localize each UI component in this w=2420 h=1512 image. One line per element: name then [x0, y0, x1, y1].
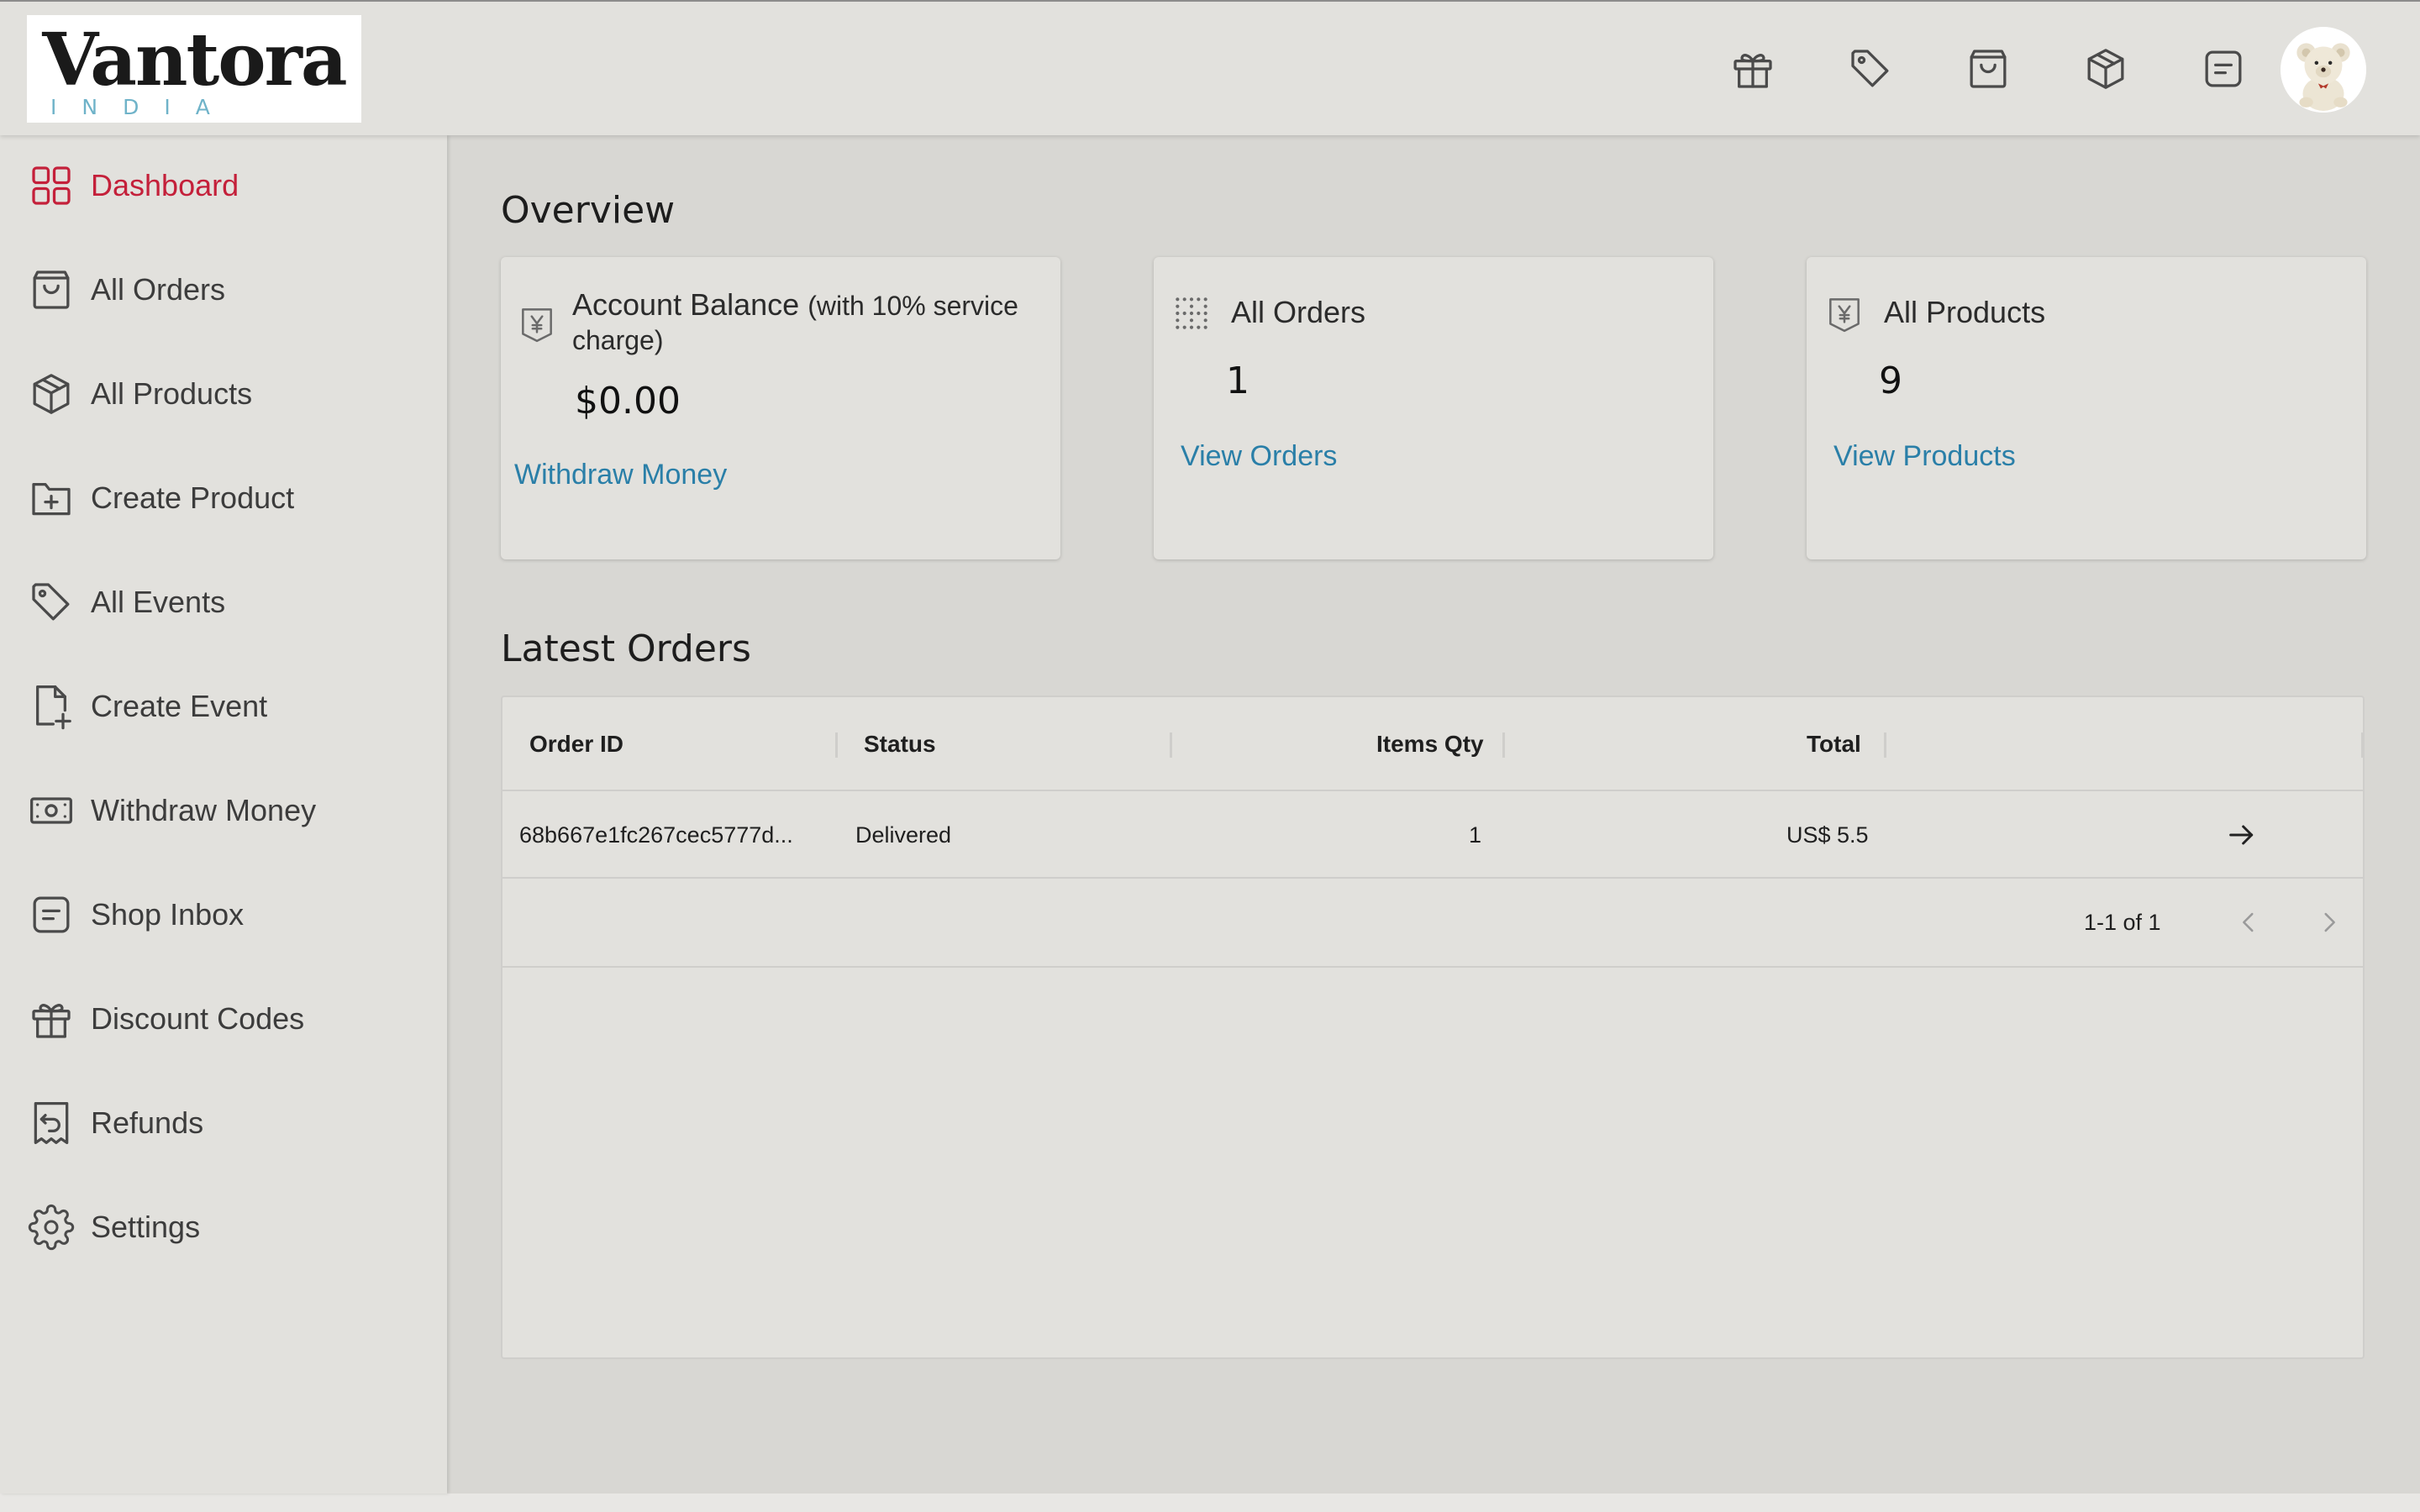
- sidebar-item-label: Shop Inbox: [91, 897, 245, 932]
- sidebar-nav: Dashboard All Orders All Products Create…: [0, 135, 447, 1494]
- brand-logo[interactable]: Vantora INDIA: [27, 15, 361, 123]
- column-separator[interactable]: [1884, 732, 1886, 758]
- sidebar-item-create-product[interactable]: Create Product: [0, 456, 447, 540]
- top-header: Vantora INDIA: [0, 0, 2420, 135]
- sidebar-item-label: Withdraw Money: [91, 793, 317, 827]
- gift-icon[interactable]: [1728, 44, 1778, 94]
- order-id-cell: 68b667e1fc267cec5777d...: [519, 822, 793, 848]
- chevron-left-icon[interactable]: [2228, 902, 2269, 942]
- tag-icon: [27, 578, 76, 627]
- latest-orders-table: Order ID Status Items Qty Total 68b667e1…: [501, 696, 2365, 1359]
- folder-plus-icon: [27, 474, 76, 522]
- qty-cell: 1: [1469, 822, 1482, 848]
- sidebar-item-label: Refunds: [91, 1105, 204, 1140]
- all-products-card: All Products 9 View Products: [1807, 257, 2366, 559]
- column-header-items-qty[interactable]: Items Qty: [1376, 697, 1484, 791]
- all-orders-card: All Orders 1 View Orders: [1154, 257, 1713, 559]
- footer-divider: [502, 966, 2363, 968]
- shopping-bag-icon[interactable]: [1963, 44, 2013, 94]
- sidebar-item-all-events[interactable]: All Events: [0, 560, 447, 644]
- dotted-grid-icon: [1171, 292, 1213, 334]
- sidebar-item-label: All Orders: [91, 272, 226, 307]
- receipt-refund-icon: [27, 1099, 76, 1147]
- account-balance-card: Account Balance (with 10% service charge…: [501, 257, 1060, 559]
- message-icon[interactable]: [2198, 44, 2249, 94]
- yen-badge-icon: [1823, 292, 1865, 334]
- settings-gear-icon: [27, 1203, 76, 1252]
- sidebar-item-shop-inbox[interactable]: Shop Inbox: [0, 873, 447, 957]
- total-cell: US$ 5.5: [1786, 822, 1869, 848]
- latest-orders-title: Latest Orders: [501, 627, 751, 670]
- sidebar-item-label: All Events: [91, 585, 226, 619]
- all-products-value: 9: [1879, 360, 1902, 402]
- yen-badge-icon: [516, 302, 558, 344]
- sidebar-item-label: Create Event: [91, 689, 268, 723]
- file-plus-icon: [27, 682, 76, 731]
- brand-subtitle: INDIA: [50, 95, 235, 119]
- sidebar-item-refunds[interactable]: Refunds: [0, 1081, 447, 1165]
- all-orders-label: All Orders: [1231, 295, 1366, 329]
- money-icon: [27, 786, 76, 835]
- package-icon[interactable]: [2081, 44, 2131, 94]
- chevron-right-icon[interactable]: [2309, 902, 2349, 942]
- message-icon: [27, 890, 76, 939]
- package-icon: [27, 370, 76, 418]
- brand-name: Vantora: [42, 18, 347, 102]
- sidebar-item-label: Settings: [91, 1210, 201, 1244]
- column-header-order-id[interactable]: Order ID: [529, 697, 623, 791]
- pagination-label: 1-1 of 1: [2084, 909, 2161, 935]
- all-orders-value: 1: [1226, 360, 1249, 402]
- service-charge-note-cont: charge): [572, 325, 664, 355]
- column-header-total[interactable]: Total: [1807, 697, 1861, 791]
- view-products-link[interactable]: View Products: [1833, 440, 2016, 473]
- dashboard-grid-icon: [27, 161, 76, 210]
- shopping-bag-icon: [27, 265, 76, 314]
- column-header-status[interactable]: Status: [864, 697, 936, 791]
- all-products-label: All Products: [1884, 295, 2046, 329]
- sidebar-item-all-orders[interactable]: All Orders: [0, 248, 447, 332]
- account-balance-value: $0.00: [575, 380, 681, 423]
- sidebar-item-label: Create Product: [91, 480, 295, 515]
- withdraw-money-link[interactable]: Withdraw Money: [514, 459, 727, 491]
- view-orders-link[interactable]: View Orders: [1181, 440, 1337, 473]
- gift-icon: [27, 995, 76, 1043]
- sidebar-item-label: Discount Codes: [91, 1001, 305, 1036]
- card-title: Account Balance (with 10% service: [572, 287, 1018, 323]
- user-avatar[interactable]: [2281, 27, 2366, 113]
- main-content: Overview Account Balance (with 10% servi…: [447, 135, 2420, 1494]
- tag-icon[interactable]: [1845, 44, 1896, 94]
- column-separator[interactable]: [1170, 732, 1172, 758]
- sidebar-item-withdraw-money[interactable]: Withdraw Money: [0, 769, 447, 853]
- sidebar-item-dashboard[interactable]: Dashboard: [0, 144, 447, 228]
- status-cell: Delivered: [855, 822, 952, 848]
- bottom-strip: [0, 1494, 2420, 1512]
- column-separator[interactable]: [835, 732, 838, 758]
- account-balance-label: Account Balance: [572, 287, 800, 322]
- sidebar-item-all-products[interactable]: All Products: [0, 352, 447, 436]
- column-separator[interactable]: [1502, 732, 1505, 758]
- sidebar-item-settings[interactable]: Settings: [0, 1185, 447, 1269]
- overview-title: Overview: [501, 189, 676, 232]
- arrow-right-icon[interactable]: [2220, 813, 2264, 857]
- sidebar-item-create-event[interactable]: Create Event: [0, 664, 447, 748]
- sidebar-item-label: All Products: [91, 376, 253, 411]
- sidebar-item-discount-codes[interactable]: Discount Codes: [0, 977, 447, 1061]
- service-charge-note: (with 10% service: [808, 291, 1018, 321]
- sidebar-item-label: Dashboard: [91, 168, 239, 202]
- column-separator: [2361, 732, 2364, 758]
